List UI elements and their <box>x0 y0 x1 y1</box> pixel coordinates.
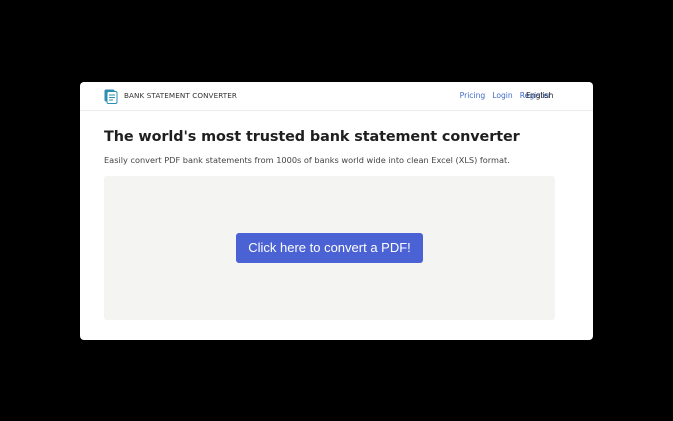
page-title: The world's most trusted bank statement … <box>104 129 520 145</box>
language-selector[interactable]: English <box>526 91 553 100</box>
navbar: BANK STATEMENT CONVERTER Pricing Login R… <box>80 82 593 111</box>
document-stack-icon[interactable] <box>104 89 118 104</box>
page-subtitle: Easily convert PDF bank statements from … <box>104 155 510 165</box>
upload-dropzone[interactable]: Click here to convert a PDF! <box>104 176 555 320</box>
nav-pricing-link[interactable]: Pricing <box>460 91 486 100</box>
convert-pdf-button[interactable]: Click here to convert a PDF! <box>236 233 423 263</box>
brand-name[interactable]: BANK STATEMENT CONVERTER <box>124 91 237 100</box>
nav-login-link[interactable]: Login <box>492 91 513 100</box>
app-window: BANK STATEMENT CONVERTER Pricing Login R… <box>80 82 593 340</box>
